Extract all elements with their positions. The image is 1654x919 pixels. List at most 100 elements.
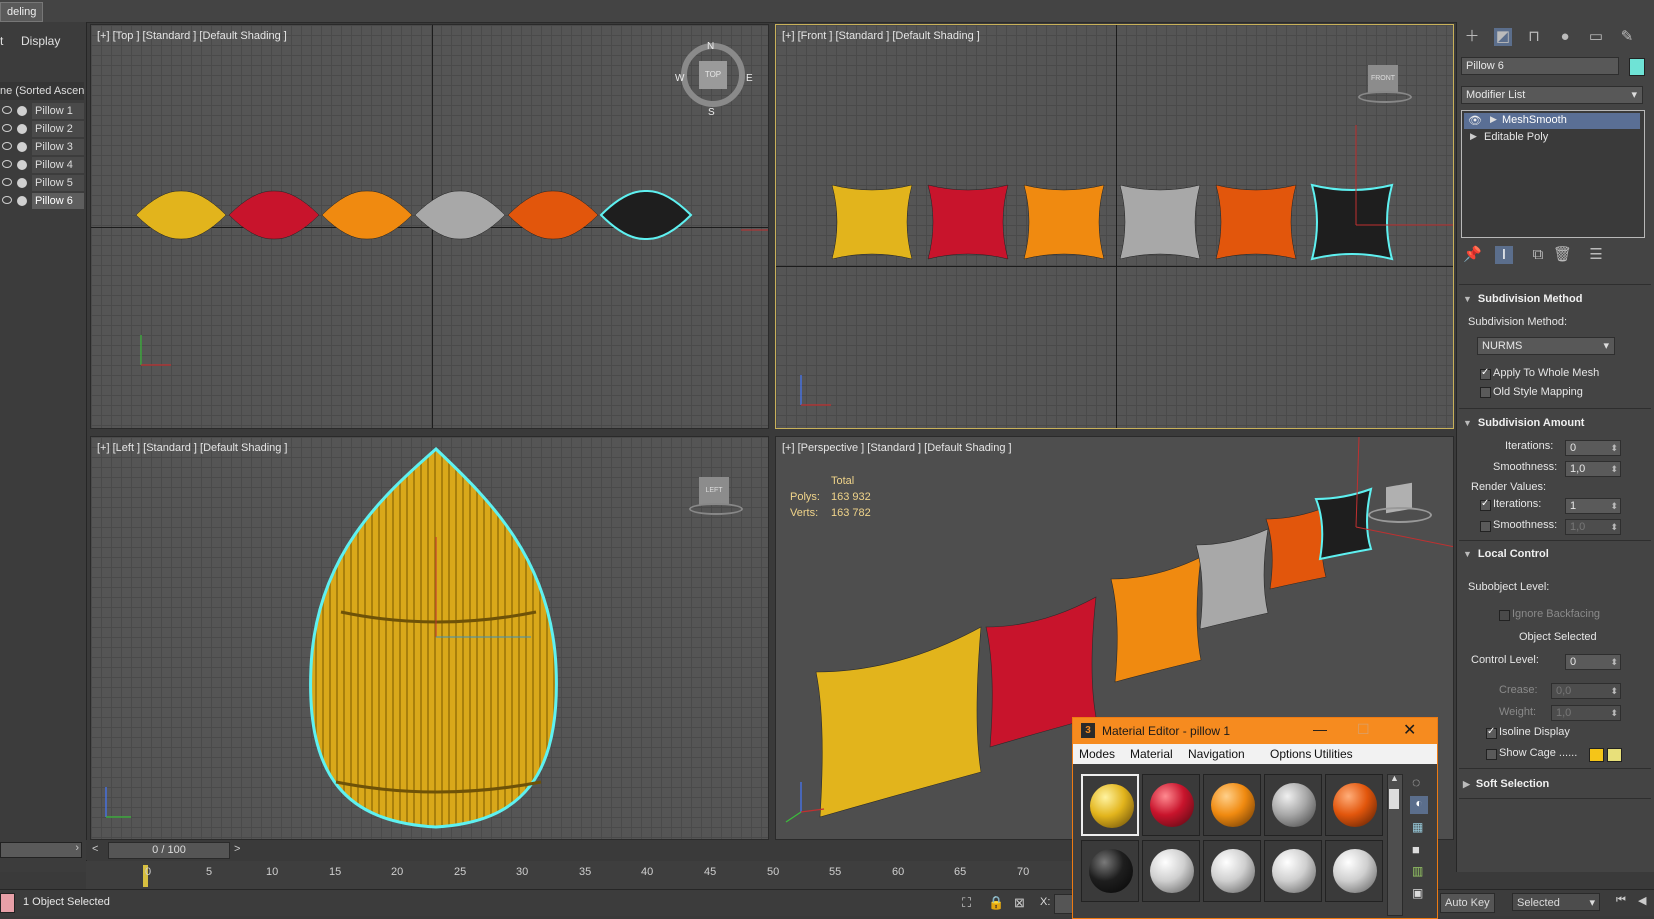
viewcube-compass[interactable]: TOP bbox=[681, 43, 745, 107]
stack-item-label[interactable]: Editable Poly bbox=[1484, 131, 1548, 143]
menu-utilities[interactable]: Utilities bbox=[1314, 747, 1353, 761]
explorer-tab-display[interactable]: Display bbox=[21, 34, 60, 48]
show-end-result-icon[interactable]: I bbox=[1495, 246, 1513, 264]
modify-tab-icon[interactable]: ◩ bbox=[1494, 28, 1512, 46]
viewport-left[interactable]: [+] [Left ] [Standard ] [Default Shading… bbox=[90, 436, 769, 840]
configure-sets-icon[interactable]: ☰ bbox=[1587, 246, 1605, 264]
pillow-front-view[interactable] bbox=[831, 184, 913, 260]
pillow-perspective-view[interactable] bbox=[815, 626, 982, 818]
pillow-front-view[interactable] bbox=[927, 184, 1009, 260]
pillow-perspective-view[interactable] bbox=[1195, 528, 1269, 630]
isolate-selection-icon[interactable]: ⛶ bbox=[962, 895, 971, 911]
viewcube-top-face[interactable]: TOP bbox=[699, 61, 727, 89]
go-to-start-icon[interactable]: ⏮ bbox=[1616, 894, 1626, 907]
pillow-front-view[interactable] bbox=[1215, 184, 1297, 260]
iterations-spinner[interactable]: 0 bbox=[1565, 440, 1621, 456]
stack-item-label[interactable]: MeshSmooth bbox=[1502, 114, 1567, 126]
isoline-display-checkbox[interactable] bbox=[1486, 726, 1497, 739]
explorer-row-pillow-1[interactable]: Pillow 1 bbox=[0, 102, 84, 120]
explorer-row-pillow-6[interactable]: Pillow 6 bbox=[0, 192, 84, 210]
visibility-eye-icon[interactable] bbox=[2, 106, 12, 114]
eye-icon[interactable]: 👁 bbox=[1468, 114, 1482, 127]
pillow-top-view[interactable] bbox=[135, 190, 227, 240]
control-level-spinner[interactable]: 0 bbox=[1565, 654, 1621, 670]
backlight-icon[interactable]: ◐ bbox=[1410, 796, 1428, 814]
pillow-top-view[interactable] bbox=[228, 190, 320, 240]
freeze-icon[interactable] bbox=[17, 124, 27, 134]
pillow-top-view[interactable] bbox=[507, 190, 599, 240]
viewcube-front[interactable]: FRONT bbox=[1368, 65, 1398, 93]
display-tab-icon[interactable]: ▭ bbox=[1587, 28, 1605, 46]
sample-slot[interactable] bbox=[1203, 774, 1261, 836]
uv-tiling-icon[interactable]: ■ bbox=[1412, 842, 1420, 857]
pillow-perspective-view[interactable] bbox=[1110, 556, 1202, 683]
weight-spinner[interactable]: 1,0 bbox=[1551, 705, 1621, 721]
prev-frame-icon[interactable]: < bbox=[92, 843, 98, 855]
viewcube-left[interactable]: LEFT bbox=[699, 477, 729, 505]
pillow-top-view[interactable] bbox=[414, 190, 506, 240]
sample-slot[interactable] bbox=[1081, 774, 1139, 836]
rollout-local-control[interactable]: ▼ Local Control bbox=[1463, 545, 1549, 563]
explorer-item-name[interactable]: Pillow 3 bbox=[32, 139, 84, 155]
scroll-up-icon[interactable]: ▲ bbox=[1390, 773, 1399, 783]
sample-type-icon[interactable]: ◌ bbox=[1412, 774, 1420, 790]
subdivision-method-dropdown[interactable]: NURMS bbox=[1477, 337, 1615, 355]
menu-material[interactable]: Material bbox=[1130, 747, 1173, 761]
apply-whole-mesh-checkbox[interactable] bbox=[1480, 367, 1491, 380]
render-iterations-checkbox[interactable] bbox=[1480, 498, 1491, 511]
freeze-icon[interactable] bbox=[17, 142, 27, 152]
old-style-mapping-checkbox[interactable] bbox=[1480, 387, 1491, 398]
visibility-eye-icon[interactable] bbox=[2, 178, 12, 186]
object-name-field[interactable]: Pillow 6 bbox=[1461, 57, 1619, 75]
expand-arrow-icon[interactable]: ▶ bbox=[1470, 131, 1477, 142]
object-color-swatch[interactable] bbox=[1629, 58, 1645, 76]
pillow-top-view[interactable] bbox=[321, 190, 413, 240]
ribbon-tab-modeling[interactable]: deling bbox=[0, 2, 44, 22]
background-icon[interactable]: ▦ bbox=[1412, 820, 1423, 834]
crease-spinner[interactable]: 0,0 bbox=[1551, 683, 1621, 699]
create-tab-icon[interactable]: ＋ bbox=[1463, 28, 1481, 46]
close-icon[interactable]: ✕ bbox=[1403, 720, 1416, 740]
modifier-stack[interactable]: 👁 ▶ MeshSmooth ▶ Editable Poly bbox=[1461, 110, 1645, 238]
visibility-eye-icon[interactable] bbox=[2, 124, 12, 132]
rollout-subdivision-amount[interactable]: ▼ Subdivision Amount bbox=[1463, 414, 1584, 432]
viewcube-ring[interactable] bbox=[689, 503, 743, 515]
smoothness-spinner[interactable]: 1,0 bbox=[1565, 461, 1621, 477]
sample-slot[interactable] bbox=[1142, 774, 1200, 836]
slots-scrollbar[interactable]: ▲ bbox=[1387, 773, 1403, 916]
motion-tab-icon[interactable]: ● bbox=[1556, 28, 1574, 46]
explorer-item-name[interactable]: Pillow 5 bbox=[32, 175, 84, 191]
show-cage-checkbox[interactable] bbox=[1486, 749, 1497, 760]
explorer-item-name[interactable]: Pillow 2 bbox=[32, 121, 84, 137]
maxscript-listener-icon[interactable] bbox=[0, 893, 15, 913]
sample-slot[interactable] bbox=[1325, 840, 1383, 902]
utilities-tab-icon[interactable]: ✎ bbox=[1618, 28, 1636, 46]
explorer-row-pillow-4[interactable]: Pillow 4 bbox=[0, 156, 84, 174]
expand-arrow-icon[interactable]: ▶ bbox=[1490, 114, 1497, 125]
viewport-top[interactable]: [+] [Top ] [Standard ] [Default Shading … bbox=[90, 24, 769, 429]
sample-slot[interactable] bbox=[1264, 774, 1322, 836]
lock-selection-icon[interactable]: 🔒 bbox=[988, 895, 1004, 911]
previous-key-icon[interactable]: ◀ bbox=[1638, 894, 1646, 907]
viewport-front[interactable]: [+] [Front ] [Standard ] [Default Shadin… bbox=[775, 24, 1454, 429]
render-smoothness-spinner[interactable]: 1,0 bbox=[1565, 519, 1621, 535]
ignore-backfacing-checkbox[interactable] bbox=[1499, 610, 1510, 621]
render-smoothness-checkbox[interactable] bbox=[1480, 521, 1491, 532]
viewcube-ring[interactable] bbox=[1368, 507, 1432, 523]
menu-modes[interactable]: Modes bbox=[1079, 747, 1115, 761]
auto-key-button[interactable]: Auto Key bbox=[1440, 893, 1495, 913]
rollout-soft-selection[interactable]: ▶ Soft Selection bbox=[1463, 775, 1549, 793]
pillow-front-view[interactable] bbox=[1310, 183, 1394, 261]
sample-slot[interactable] bbox=[1203, 840, 1261, 902]
pillow-perspective-view[interactable] bbox=[1314, 487, 1373, 561]
stack-item-editable-poly[interactable]: ▶ Editable Poly bbox=[1464, 130, 1640, 146]
maximize-icon[interactable]: ☐ bbox=[1357, 721, 1370, 738]
minimize-icon[interactable]: — bbox=[1313, 721, 1327, 737]
explorer-row-pillow-5[interactable]: Pillow 5 bbox=[0, 174, 84, 192]
explorer-tab-select[interactable]: t bbox=[0, 34, 3, 48]
freeze-icon[interactable] bbox=[17, 106, 27, 116]
remove-modifier-icon[interactable]: 🗑 bbox=[1553, 246, 1572, 264]
pillow-perspective-view[interactable] bbox=[1265, 506, 1327, 590]
stack-item-meshsmooth[interactable]: 👁 ▶ MeshSmooth bbox=[1464, 113, 1640, 129]
explorer-item-name[interactable]: Pillow 4 bbox=[32, 157, 84, 173]
